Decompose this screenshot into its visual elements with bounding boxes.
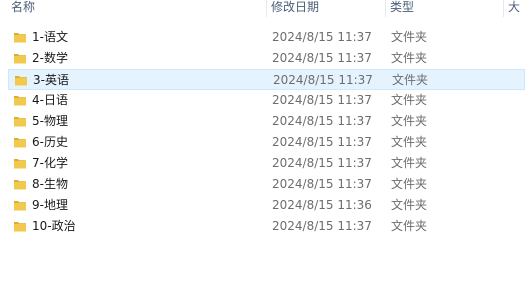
- file-type: 文件夹: [391, 198, 428, 212]
- column-header-date-modified[interactable]: 修改日期: [268, 0, 384, 17]
- file-row[interactable]: 10-政治 2024/8/15 11:37 文件夹: [8, 216, 525, 237]
- file-name: 5-物理: [32, 114, 68, 128]
- file-date-modified: 2024/8/15 11:37: [272, 51, 372, 65]
- folder-icon: [14, 159, 26, 169]
- column-divider[interactable]: [503, 0, 504, 17]
- file-name: 1-语文: [32, 30, 68, 44]
- file-type: 文件夹: [391, 93, 428, 107]
- column-divider[interactable]: [385, 0, 386, 17]
- file-row[interactable]: 1-语文 2024/8/15 11:37 文件夹: [8, 27, 525, 48]
- file-date-modified: 2024/8/15 11:37: [272, 219, 372, 233]
- file-row[interactable]: 9-地理 2024/8/15 11:36 文件夹: [8, 195, 525, 216]
- folder-icon: [14, 138, 26, 148]
- folder-icon: [14, 96, 26, 106]
- file-type: 文件夹: [391, 114, 428, 128]
- file-row[interactable]: 6-历史 2024/8/15 11:37 文件夹: [8, 132, 525, 153]
- column-header-name[interactable]: 名称: [8, 0, 266, 17]
- file-row[interactable]: 2-数学 2024/8/15 11:37 文件夹: [8, 48, 525, 69]
- file-name: 3-英语: [33, 73, 69, 87]
- file-type: 文件夹: [392, 73, 429, 87]
- file-name: 7-化学: [32, 156, 68, 170]
- file-row[interactable]: 8-生物 2024/8/15 11:37 文件夹: [8, 174, 525, 195]
- folder-icon: [14, 180, 26, 190]
- file-date-modified: 2024/8/15 11:37: [272, 177, 372, 191]
- file-type: 文件夹: [391, 30, 428, 44]
- column-header-type[interactable]: 类型: [387, 0, 500, 17]
- file-name: 2-数学: [32, 51, 68, 65]
- file-date-modified: 2024/8/15 11:37: [273, 73, 373, 87]
- folder-icon: [14, 117, 26, 127]
- file-type: 文件夹: [391, 219, 428, 233]
- file-date-modified: 2024/8/15 11:37: [272, 93, 372, 107]
- file-type: 文件夹: [391, 156, 428, 170]
- column-header-size[interactable]: 大: [505, 0, 525, 17]
- column-header-bar: 名称 修改日期 类型 大: [0, 0, 525, 17]
- file-date-modified: 2024/8/15 11:37: [272, 114, 372, 128]
- file-type: 文件夹: [391, 135, 428, 149]
- folder-icon: [15, 76, 27, 86]
- column-divider[interactable]: [266, 0, 267, 17]
- folder-icon: [14, 33, 26, 43]
- folder-icon: [14, 222, 26, 232]
- file-name: 4-日语: [32, 93, 68, 107]
- file-type: 文件夹: [391, 51, 428, 65]
- file-date-modified: 2024/8/15 11:37: [272, 135, 372, 149]
- file-date-modified: 2024/8/15 11:36: [272, 198, 372, 212]
- file-row[interactable]: 3-英语 2024/8/15 11:37 文件夹: [8, 69, 525, 90]
- file-name: 9-地理: [32, 198, 68, 212]
- file-name: 10-政治: [32, 219, 76, 233]
- file-row[interactable]: 7-化学 2024/8/15 11:37 文件夹: [8, 153, 525, 174]
- folder-icon: [14, 54, 26, 64]
- file-name: 8-生物: [32, 177, 68, 191]
- file-name: 6-历史: [32, 135, 68, 149]
- file-date-modified: 2024/8/15 11:37: [272, 156, 372, 170]
- folder-icon: [14, 201, 26, 211]
- file-row[interactable]: 4-日语 2024/8/15 11:37 文件夹: [8, 90, 525, 111]
- file-row[interactable]: 5-物理 2024/8/15 11:37 文件夹: [8, 111, 525, 132]
- file-type: 文件夹: [391, 177, 428, 191]
- file-date-modified: 2024/8/15 11:37: [272, 30, 372, 44]
